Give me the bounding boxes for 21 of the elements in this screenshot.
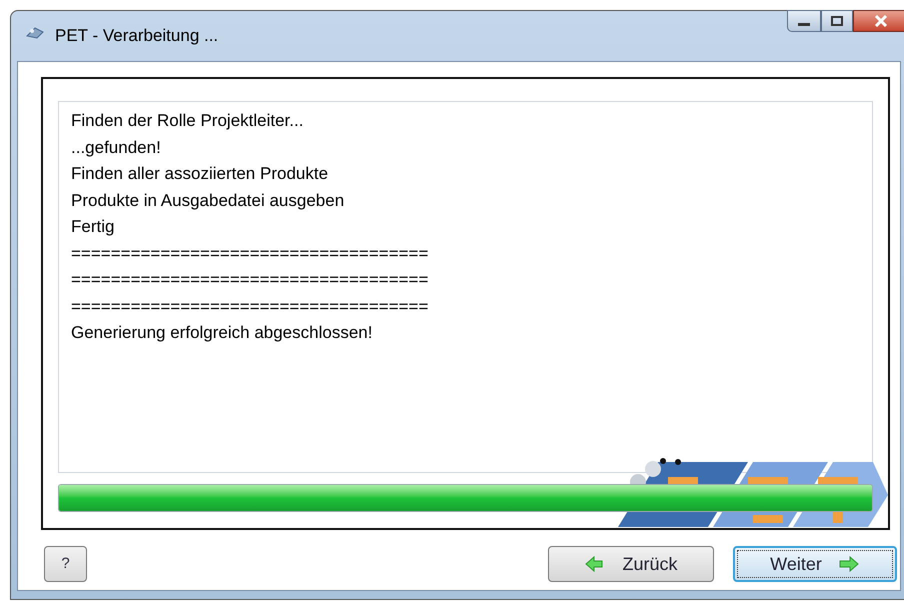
log-line: Produkte in Ausgabedatei ausgeben	[71, 190, 346, 212]
right-arrow-icon	[838, 555, 860, 573]
maximize-icon	[831, 16, 843, 26]
log-line: ====================================	[71, 269, 430, 291]
window-title: PET - Verarbeitung ...	[55, 25, 218, 47]
log-line: Generierung erfolgreich abgeschlossen!	[71, 322, 374, 344]
log-line: ====================================	[71, 242, 430, 264]
minimize-button[interactable]	[787, 10, 821, 32]
close-icon	[874, 15, 888, 27]
close-button[interactable]	[853, 10, 904, 32]
minimize-icon	[798, 22, 810, 26]
help-button[interactable]: ?	[44, 546, 87, 582]
app-icon	[25, 26, 45, 40]
maximize-button[interactable]	[821, 10, 853, 32]
log-line: ...gefunden!	[71, 136, 162, 158]
log-line: Finden aller assoziierten Produkte	[71, 163, 330, 185]
next-button[interactable]: Weiter	[733, 546, 897, 582]
back-button[interactable]: Zurück	[548, 546, 714, 582]
log-line: Finden der Rolle Projektleiter...	[71, 110, 304, 132]
log-line: ====================================	[71, 296, 430, 318]
log-line: Fertig	[71, 216, 116, 238]
